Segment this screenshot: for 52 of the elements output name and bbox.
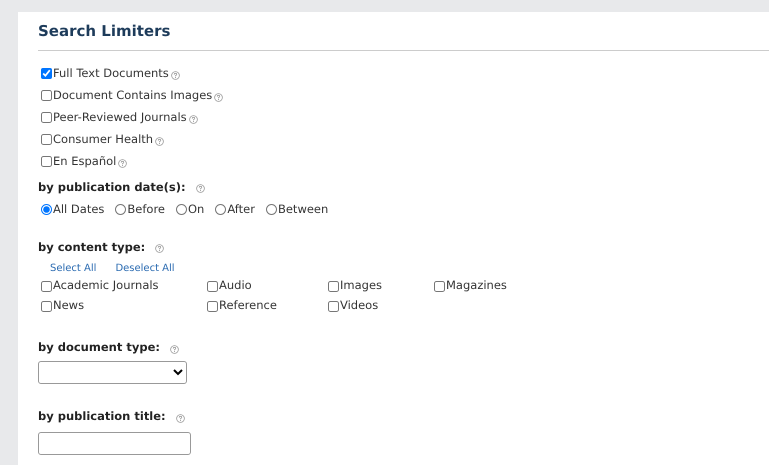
checkbox[interactable] xyxy=(41,112,52,123)
section-label: by document type: xyxy=(38,339,160,356)
document-type-dropdown[interactable] xyxy=(38,361,187,384)
checkbox[interactable] xyxy=(41,134,52,145)
publication-title-field[interactable] xyxy=(38,432,191,454)
link[interactable]: Deselect All xyxy=(115,260,175,276)
checkbox-label: Document Contains Images xyxy=(53,86,212,104)
section-label: by content type: xyxy=(38,238,146,256)
help-icon[interactable] xyxy=(155,136,164,146)
checkbox[interactable] xyxy=(41,90,52,101)
help-icon[interactable] xyxy=(176,414,185,423)
checkbox-label: Consumer Health xyxy=(53,130,154,148)
checkbox-label: Reference xyxy=(219,297,277,314)
radio-button[interactable] xyxy=(176,204,187,216)
checkbox[interactable] xyxy=(328,300,339,312)
checkbox-label: Videos xyxy=(340,297,378,314)
help-icon[interactable] xyxy=(118,158,128,168)
checkbox[interactable] xyxy=(207,300,218,312)
checkbox-label: News xyxy=(53,297,84,314)
checkbox[interactable] xyxy=(41,280,52,292)
checkbox-label: Magazines xyxy=(446,277,507,294)
radio-button[interactable] xyxy=(215,204,226,216)
help-icon[interactable] xyxy=(196,184,205,194)
radio-label: After xyxy=(227,201,255,218)
help-icon[interactable] xyxy=(188,114,198,124)
checkbox[interactable] xyxy=(207,280,218,292)
checkbox-label: Images xyxy=(340,277,382,294)
radio-button[interactable] xyxy=(41,204,52,216)
checkbox-label: Peer-Reviewed Journals xyxy=(53,108,187,126)
radio-button[interactable] xyxy=(266,204,277,216)
help-icon[interactable] xyxy=(170,70,180,80)
checkbox-label: Academic Journals xyxy=(53,277,159,294)
checkbox-label: Audio xyxy=(219,277,252,294)
help-icon[interactable] xyxy=(214,92,224,102)
radio-label: On xyxy=(188,201,204,218)
link[interactable]: Select All xyxy=(50,260,96,276)
radio-label: All Dates xyxy=(53,201,104,218)
radio-label: Before xyxy=(127,201,165,218)
section-label: by publication title: xyxy=(38,408,166,426)
checkbox[interactable] xyxy=(41,300,52,312)
checkbox[interactable] xyxy=(41,156,52,167)
checkbox-label: En Español xyxy=(53,152,116,170)
section-label: by publication date(s): xyxy=(38,178,186,196)
checkbox-label: Full Text Documents xyxy=(53,64,169,82)
radio-label: Between xyxy=(278,201,328,218)
checkbox[interactable] xyxy=(328,280,339,292)
help-icon[interactable] xyxy=(155,244,164,254)
section-title: Search Limiters xyxy=(38,20,769,50)
checkbox[interactable] xyxy=(434,280,445,292)
help-icon[interactable] xyxy=(170,344,179,354)
radio-button[interactable] xyxy=(115,204,126,216)
checkbox[interactable] xyxy=(41,68,52,79)
